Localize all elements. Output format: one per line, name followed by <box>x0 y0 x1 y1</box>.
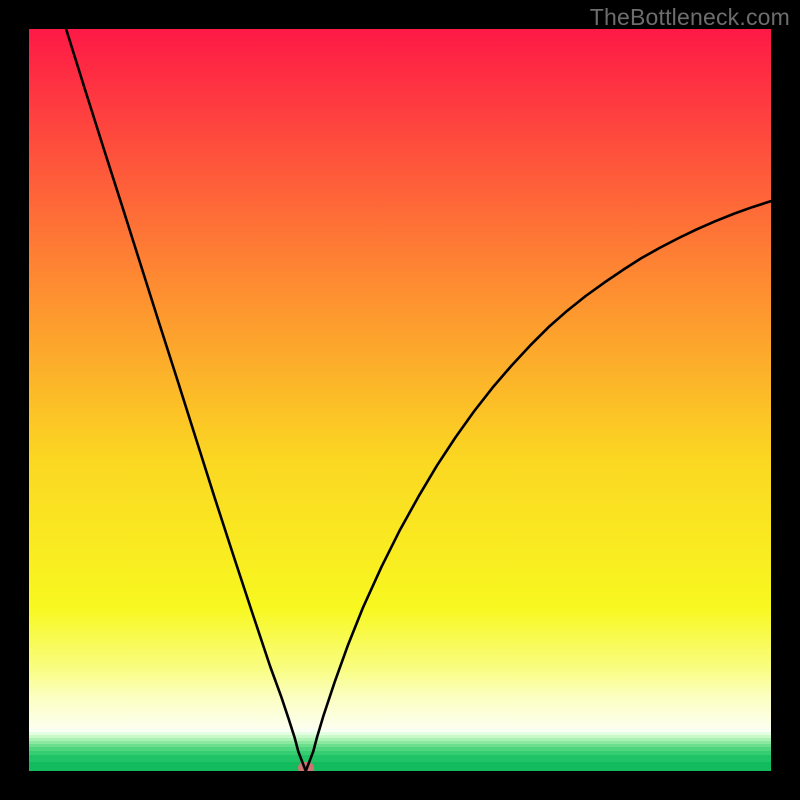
plot-area <box>29 29 771 771</box>
curve-path <box>66 29 771 771</box>
outer-frame: TheBottleneck.com <box>0 0 800 800</box>
curve-svg <box>29 29 771 771</box>
watermark-text: TheBottleneck.com <box>590 4 790 31</box>
